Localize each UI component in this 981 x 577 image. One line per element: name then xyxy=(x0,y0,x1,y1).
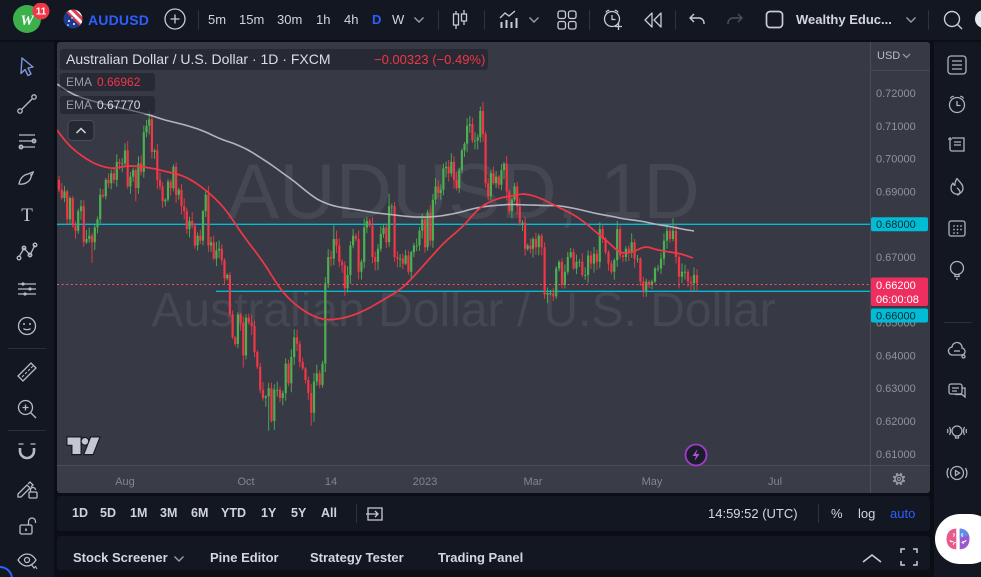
svg-text:Oct: Oct xyxy=(237,476,254,488)
svg-text:T: T xyxy=(21,205,33,226)
svg-text:May: May xyxy=(642,476,663,488)
svg-text:0.68000: 0.68000 xyxy=(876,219,916,231)
svg-text:14: 14 xyxy=(325,476,337,488)
svg-text:0.66000: 0.66000 xyxy=(876,311,916,323)
svg-text:0.70000: 0.70000 xyxy=(876,154,916,166)
svg-text:0.71000: 0.71000 xyxy=(876,121,916,133)
svg-text:2023: 2023 xyxy=(413,476,437,488)
svg-text:USD: USD xyxy=(877,50,900,62)
svg-text:EMA: EMA xyxy=(66,75,92,89)
svg-text:0.67000: 0.67000 xyxy=(876,252,916,264)
svg-text:06:00:08: 06:00:08 xyxy=(876,294,919,306)
svg-text:0.69000: 0.69000 xyxy=(876,186,916,198)
svg-text:0.61000: 0.61000 xyxy=(876,449,916,461)
svg-text:Mar: Mar xyxy=(524,476,543,488)
svg-text:AUDUSD, 1D: AUDUSD, 1D xyxy=(227,147,699,235)
svg-text:0.66962: 0.66962 xyxy=(97,75,141,89)
svg-text:0.67770: 0.67770 xyxy=(97,98,141,112)
svg-text:W: W xyxy=(20,13,35,29)
svg-text:0.72000: 0.72000 xyxy=(876,88,916,100)
svg-text:0.63000: 0.63000 xyxy=(876,383,916,395)
svg-text:Australian Dollar / U.S. Dolla: Australian Dollar / U.S. Dollar · 1D · F… xyxy=(66,51,331,67)
svg-text:11: 11 xyxy=(36,7,47,18)
svg-text:0.62000: 0.62000 xyxy=(876,416,916,428)
svg-text:0.64000: 0.64000 xyxy=(876,350,916,362)
svg-text:−0.00323 (−0.49%): −0.00323 (−0.49%) xyxy=(374,52,485,67)
svg-text:Jul: Jul xyxy=(768,476,782,488)
svg-text:0.66200: 0.66200 xyxy=(876,280,916,292)
svg-text:EMA: EMA xyxy=(66,98,92,112)
svg-text:Aug: Aug xyxy=(115,476,135,488)
